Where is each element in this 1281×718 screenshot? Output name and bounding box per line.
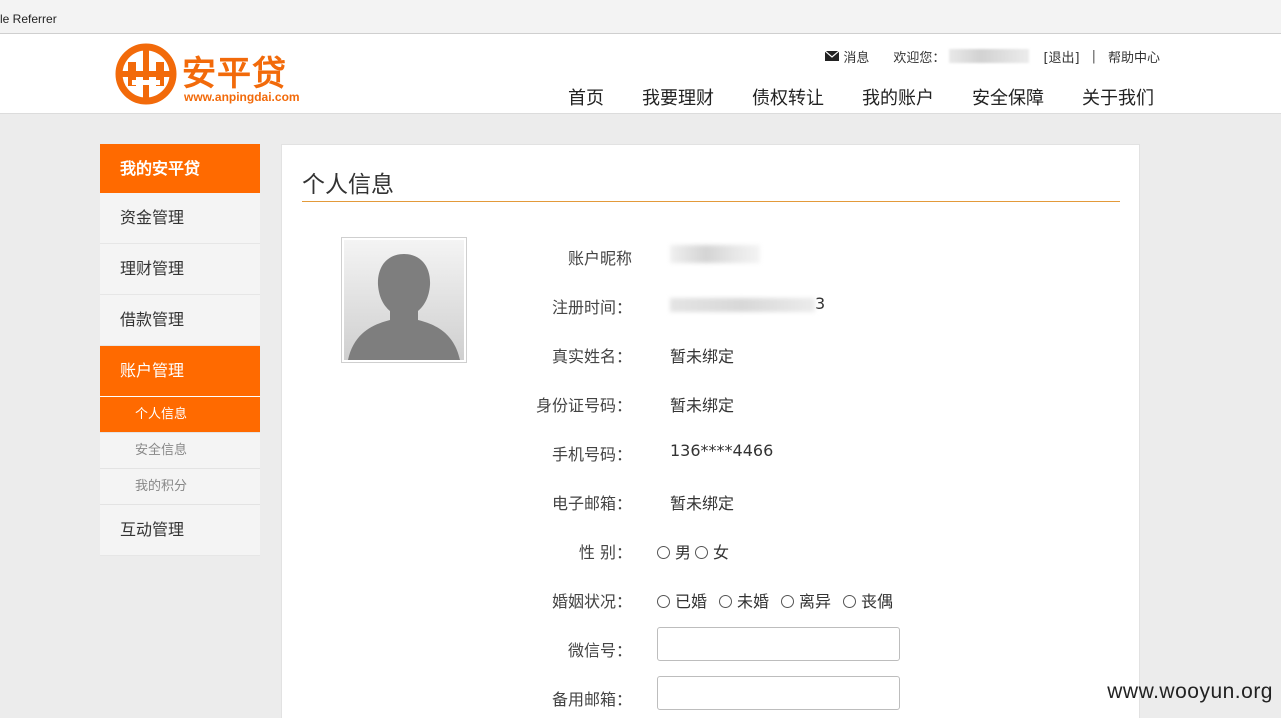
gender-radio-group: 男 女 [657,539,733,563]
site-logo[interactable]: 安平贷 www.anpingdai.com [114,42,314,108]
marital-single-label: 未婚 [737,592,770,611]
marital-widowed-radio[interactable]: 丧偶 [843,588,893,612]
radio-circle[interactable] [843,595,857,608]
radio-circle[interactable] [657,595,670,608]
row-email: 电子邮箱： 暂未绑定 [482,490,1082,514]
row-wechat: 微信号： [482,627,1082,661]
nav-invest[interactable]: 我要理财 [642,84,714,110]
watermark: www.wooyun.org [1107,680,1273,703]
backup-email-input[interactable] [657,676,900,710]
realname-value: 暂未绑定 [670,347,735,366]
email-label: 电子邮箱： [551,494,632,513]
marital-single-radio[interactable]: 未婚 [719,588,769,612]
row-gender: 性 别： 男 女 [482,539,1082,563]
gender-female-radio[interactable]: 女 [695,539,729,563]
gender-female-label: 女 [713,543,730,562]
sidebar-header[interactable]: 我的安平贷 [100,144,260,193]
radio-circle[interactable] [657,546,670,559]
row-realname: 真实姓名： 暂未绑定 [482,343,1082,367]
nickname-value-redacted [670,245,760,267]
marital-label: 婚姻状况： [551,592,632,611]
site-header: 安平贷 www.anpingdai.com 消息 欢迎您： [退出] | 帮助中… [0,34,1281,114]
idcard-label: 身份证号码： [535,396,632,415]
username-redacted [949,49,1030,63]
help-center-link[interactable]: 帮助中心 [1108,47,1160,66]
sidebar-item-account[interactable]: 账户管理 [100,346,260,397]
marital-radio-group: 已婚 未婚 离异 丧偶 [657,588,905,612]
nickname-label: 账户昵称 [567,249,632,268]
nav-debt-transfer[interactable]: 债权转让 [752,84,824,110]
marital-married-radio[interactable]: 已婚 [657,588,707,612]
email-value: 暂未绑定 [670,494,735,513]
radio-circle[interactable] [781,595,795,608]
topbar-separator: | [1091,48,1096,64]
wechat-input[interactable] [657,627,900,661]
sidebar-item-interaction[interactable]: 互动管理 [100,505,260,556]
gender-male-radio[interactable]: 男 [657,539,691,563]
row-regtime: 注册时间： 3 [482,294,1082,318]
gender-male-label: 男 [675,543,692,562]
gender-label: 性 别： [578,543,632,562]
wechat-label: 微信号： [567,641,632,660]
radio-circle[interactable] [719,595,733,608]
sidebar-subitem-security-info[interactable]: 安全信息 [100,433,260,469]
welcome-text: 欢迎您： [893,50,946,66]
marital-married-label: 已婚 [675,592,708,611]
browser-tab-bar: le Referrer [0,0,1281,34]
row-nickname: 账户昵称 [482,245,1082,269]
messages-label: 消息 [843,50,870,66]
realname-label: 真实姓名： [551,347,632,366]
marital-divorced-label: 离异 [799,592,832,611]
row-marital: 婚姻状况： 已婚 未婚 离异 丧偶 [482,588,1082,612]
row-idcard: 身份证号码： 暂未绑定 [482,392,1082,416]
page-title: 个人信息 [302,172,394,198]
row-phone: 手机号码： 136****4466 [482,441,1082,465]
regtime-label: 注册时间： [551,298,632,317]
marital-widowed-label: 丧偶 [861,592,894,611]
marital-divorced-radio[interactable]: 离异 [781,588,831,612]
phone-label: 手机号码： [551,445,632,464]
brand-name: 安平贷 [182,54,287,94]
backup-email-label: 备用邮箱： [551,690,632,709]
main-nav: 首页 我要理财 债权转让 我的账户 安全保障 关于我们 [568,84,1154,110]
nav-security[interactable]: 安全保障 [972,84,1044,110]
browser-tab-title[interactable]: le Referrer [0,12,57,26]
sidebar-item-wealth[interactable]: 理财管理 [100,244,260,295]
account-sidebar: 我的安平贷 资金管理 理财管理 借款管理 账户管理 个人信息 安全信息 我的积分… [100,144,260,556]
logout-link[interactable]: [退出] [1043,47,1079,66]
brand-url: www.anpingdai.com [184,90,300,104]
nav-about[interactable]: 关于我们 [1082,84,1154,110]
idcard-value: 暂未绑定 [670,396,735,415]
row-backup-email: 备用邮箱： [482,676,1082,710]
nav-home[interactable]: 首页 [568,84,604,110]
regtime-value: 3 [670,294,825,313]
sidebar-item-loans[interactable]: 借款管理 [100,295,260,346]
nav-my-account[interactable]: 我的账户 [862,84,934,110]
title-divider [302,201,1120,202]
phone-value: 136****4466 [670,441,774,460]
profile-card: 个人信息 账户昵称 注册时间： 3 真实姓名： 暂未绑定 身份证号码： 暂未绑定… [281,144,1140,718]
messages-link[interactable]: 消息 [825,47,869,66]
regtime-tail: 3 [815,294,826,313]
sidebar-item-funds[interactable]: 资金管理 [100,193,260,244]
mail-icon [825,51,840,61]
sidebar-subitem-points[interactable]: 我的积分 [100,469,260,505]
radio-circle[interactable] [695,546,709,559]
top-links: 消息 欢迎您： [退出] | 帮助中心 [825,46,1160,66]
logo-mark-icon [115,43,177,105]
sidebar-subitem-personal-info[interactable]: 个人信息 [100,397,260,433]
